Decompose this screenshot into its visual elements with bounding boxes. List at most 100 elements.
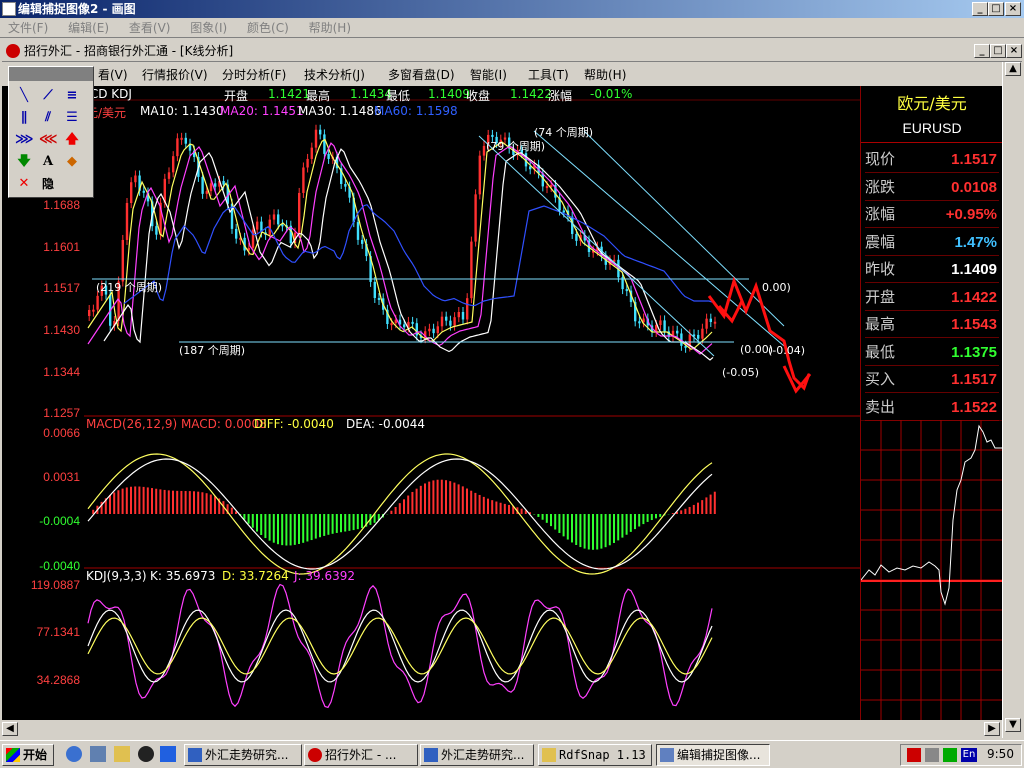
inner-menu-technical[interactable]: 技术分析(J) [304, 67, 365, 83]
price-tick: 1.1601 [43, 240, 80, 254]
inner-menu-tools[interactable]: 工具(T) [528, 67, 569, 83]
language-indicator[interactable]: En [961, 748, 977, 762]
scroll-up-arrow-icon[interactable]: ▲ [1005, 62, 1021, 76]
up-arrow-icon[interactable]: 🡅 [63, 131, 81, 149]
inner-menu-smart[interactable]: 智能(I) [470, 67, 507, 83]
hline-tool-icon[interactable]: ≡ [63, 87, 81, 105]
macd-bar [545, 514, 548, 523]
menu-file[interactable]: 文件(F) [0, 18, 56, 38]
inner-close-button[interactable]: × [1006, 44, 1022, 58]
cycle-label: (187 个周期) [179, 344, 246, 357]
task-button[interactable]: RdfSnap 1.13 [538, 744, 652, 766]
start-button[interactable]: 开始 [2, 744, 54, 766]
fib-tool-icon[interactable]: ☰ [63, 109, 81, 127]
inner-menu-view[interactable]: 看(V) [98, 67, 128, 83]
quote-row-label: 开盘 [865, 287, 896, 306]
menu-view[interactable]: 查看(V) [121, 18, 179, 38]
task-button[interactable]: 招行外汇 - ... [304, 744, 418, 766]
macd-bar [466, 488, 468, 514]
menu-colors[interactable]: 颜色(C) [239, 18, 297, 38]
kdj-k: K: 35.6973 [150, 569, 216, 583]
macd-bar [638, 514, 641, 527]
text-tool-icon[interactable]: A [39, 153, 57, 171]
media-icon[interactable] [160, 746, 176, 762]
quote-row-label: 最低 [865, 342, 896, 361]
drawing-toolbox: ╲ ⟋ ≡ ∥ ⫽ ☰ ⋙ ⋘ 🡅 🡇 A ◆ ✕ 隐 [8, 66, 94, 198]
macd-bar [319, 514, 321, 538]
macd-bar [247, 514, 250, 524]
cycle-tool-icon[interactable]: ∥ [15, 109, 33, 127]
scroll-down-arrow-icon[interactable]: ▼ [1005, 718, 1021, 732]
inner-restore-button[interactable]: □ [990, 44, 1006, 58]
quote-row: 最低 1.1375 [865, 339, 999, 366]
window-title: 编辑捕捉图像2 - 画图 [18, 2, 136, 16]
volume-icon[interactable] [925, 748, 939, 762]
network-icon[interactable] [943, 748, 957, 762]
macd-bar [109, 495, 111, 514]
menu-edit[interactable]: 编辑(E) [60, 18, 117, 38]
menu-help[interactable]: 帮助(H) [301, 18, 359, 38]
price-tick: 1.1688 [43, 198, 80, 212]
hide-icon[interactable]: 隐 [39, 175, 57, 193]
maximize-button[interactable]: □ [988, 2, 1004, 16]
channel-tool-icon[interactable]: ⫽ [39, 109, 57, 127]
fan-tool-icon[interactable]: ⋙ [15, 131, 34, 149]
vertical-scrollbar[interactable]: ▲ ▼ [1002, 62, 1022, 738]
inner-menu-quotes[interactable]: 行情报价(V) [142, 67, 208, 83]
qq-icon[interactable] [138, 746, 154, 762]
outlook-icon[interactable] [114, 746, 130, 762]
macd-bar [634, 514, 636, 530]
price-tick: 1.1257 [43, 406, 80, 420]
macd-bar [629, 514, 632, 532]
macd-bar [163, 489, 166, 514]
open-label: 开盘 [224, 89, 249, 103]
task-label: RdfSnap 1.13 [559, 748, 646, 762]
macd-bar [495, 501, 498, 514]
gann-tool-icon[interactable]: ⋘ [39, 131, 58, 149]
task-button-active[interactable]: 编辑捕捉图像... [656, 744, 770, 766]
quote-row: 开盘 1.1422 [865, 284, 999, 311]
macd-bar [650, 514, 653, 521]
quote-row-value: +0.95% [945, 206, 997, 223]
ray-tool-icon[interactable]: ⟋ [39, 87, 57, 105]
macd-bar [323, 514, 326, 536]
close-button[interactable]: × [1005, 2, 1021, 16]
task-button[interactable]: 外汇走势研究... [184, 744, 302, 766]
macd-bar [520, 508, 523, 514]
macd-bar [205, 493, 208, 514]
change-value: -0.01% [590, 87, 633, 101]
down-arrow-icon[interactable]: 🡇 [15, 153, 33, 171]
word-doc-icon [188, 748, 202, 762]
tray-app-icon[interactable] [907, 748, 921, 762]
delete-icon[interactable]: ✕ [15, 175, 33, 193]
menu-image[interactable]: 图象(I) [182, 18, 235, 38]
horizontal-scrollbar[interactable]: ◀ ▶ [2, 720, 1002, 738]
inner-menu-help[interactable]: 帮助(H) [584, 67, 626, 83]
line-tool-icon[interactable]: ╲ [15, 87, 33, 105]
scroll-left-arrow-icon[interactable]: ◀ [2, 722, 18, 736]
eraser-icon[interactable]: ◆ [63, 153, 81, 171]
macd-tick: -0.0040 [39, 559, 80, 573]
scroll-right-arrow-icon[interactable]: ▶ [984, 722, 1000, 736]
macd-bar [419, 485, 422, 514]
task-label: 外汇走势研究... [205, 748, 289, 762]
macd-dea: DEA: -0.0044 [346, 417, 425, 431]
macd-bar [461, 486, 464, 514]
ma60-line [123, 204, 713, 307]
macd-bar [142, 486, 145, 514]
inner-menu-timeshare[interactable]: 分时分析(F) [222, 67, 286, 83]
task-button[interactable]: 外汇走势研究... [420, 744, 534, 766]
minimize-button[interactable]: _ [972, 2, 988, 16]
close-label: 收盘 [466, 89, 491, 103]
inner-menu-multiwindow[interactable]: 多窗看盘(D) [388, 67, 455, 83]
ie-icon[interactable] [66, 746, 82, 762]
macd-bar [356, 514, 359, 530]
desktop-icon[interactable] [90, 746, 106, 762]
macd-bar [268, 514, 271, 541]
quote-row-value: 1.47% [954, 233, 997, 251]
quote-row: 买入 1.1517 [865, 366, 999, 393]
inner-minimize-button[interactable]: _ [974, 44, 990, 58]
kline-chart[interactable]: .CD KDJ 开盘 1.1421 最高 1.1434 最低 1.1409 收盘… [84, 86, 860, 720]
toolbox-header[interactable] [9, 67, 93, 81]
macd-bar [415, 488, 418, 514]
